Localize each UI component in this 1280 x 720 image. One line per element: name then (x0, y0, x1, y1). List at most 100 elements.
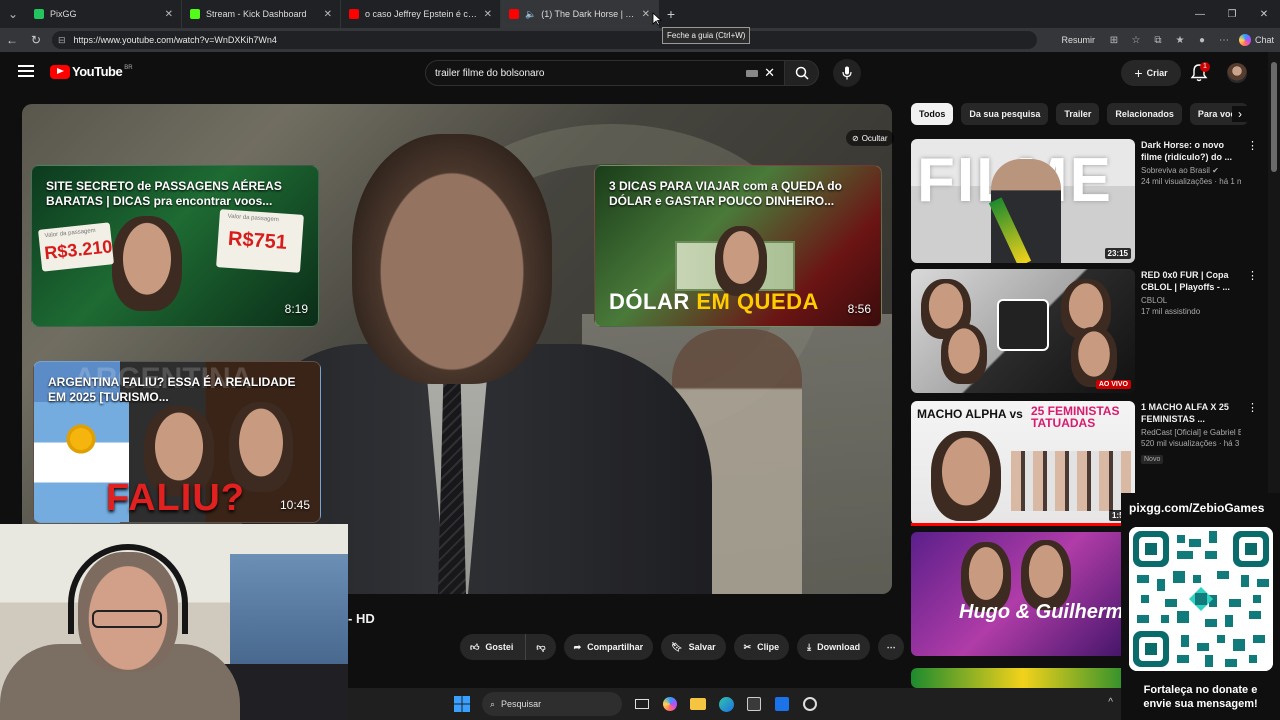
save-button[interactable]: 🔖︎ Salvar (661, 634, 726, 660)
task-view-icon[interactable] (628, 690, 656, 718)
copilot-taskbar-icon[interactable] (656, 690, 684, 718)
recommendation-title[interactable]: Dark Horse: o novo filme (ridículo?) do … (1141, 139, 1241, 163)
channel-name[interactable]: RedCast [Oficial] e Gabriel Brei... (1141, 428, 1241, 437)
notification-count-badge: 1 (1200, 62, 1210, 72)
tab-epstein[interactable]: o caso Jeffrey Epstein é completam ✕ (341, 0, 501, 28)
tab-close-icon[interactable]: ✕ (642, 9, 650, 20)
collections-icon[interactable]: ★ (1169, 35, 1191, 46)
speaker-icon[interactable]: 🔈 (525, 9, 536, 20)
tab-close-icon[interactable]: ✕ (484, 9, 492, 20)
end-card-title: SITE SECRETO de PASSAGENS AÉREAS BARATAS… (46, 179, 282, 208)
more-options-icon[interactable]: ⋮ (1247, 139, 1258, 152)
recommendation-title[interactable]: 1 MACHO ALFA X 25 FEMINISTAS ... (1141, 401, 1241, 425)
back-icon[interactable]: ← (0, 28, 24, 52)
create-label: Criar (1146, 68, 1168, 78)
end-card-title: 3 DICAS PARA VIAJAR com a QUEDA do DÓLAR… (609, 179, 842, 208)
restore-icon[interactable]: ❐ (1216, 0, 1248, 28)
copilot-chat-button[interactable]: Chat (1238, 34, 1274, 46)
outlook-icon[interactable] (768, 690, 796, 718)
like-label: Gostei (485, 642, 514, 652)
recommendation-item[interactable]: AO VIVO RED 0x0 FUR | Copa CBLOL | Playo… (911, 269, 1258, 393)
keyboard-icon[interactable] (746, 70, 758, 77)
chip-todos[interactable]: Todos (911, 103, 954, 125)
tab-pixgg[interactable]: PixGG ✕ (26, 0, 182, 28)
edge-browser-icon[interactable] (712, 690, 740, 718)
share-button[interactable]: ➦ Compartilhar (563, 634, 654, 660)
taskbar-search[interactable]: ⌕ Pesquisar (482, 692, 622, 716)
resumir-button[interactable]: Resumir (1061, 35, 1095, 45)
search-query: trailer filme do bolsonaro (435, 67, 545, 79)
tab-close-icon[interactable]: ✕ (165, 9, 173, 20)
presenter-face (715, 226, 767, 296)
minimize-icon[interactable]: — (1184, 0, 1216, 28)
end-card-duration: 8:19 (284, 302, 308, 316)
search-button[interactable] (785, 60, 819, 86)
region-code: BR (124, 64, 133, 71)
channel-name-text: Sobreviva ao Brasil (1141, 166, 1210, 175)
account-avatar[interactable] (1227, 63, 1247, 83)
obs-icon[interactable] (796, 690, 824, 718)
end-card-argentina[interactable]: ARGENTINA ARGENTINA FALIU? ESSA É A REAL… (33, 361, 321, 523)
hide-label: Ocultar (861, 133, 888, 143)
chip-trailer[interactable]: Trailer (1056, 103, 1100, 125)
create-button[interactable]: + Criar (1121, 60, 1181, 86)
tab-title: o caso Jeffrey Epstein é completam (365, 9, 478, 19)
chip-relacionados[interactable]: Relacionados (1107, 103, 1182, 125)
voice-search-button[interactable] (833, 59, 861, 87)
clear-search-icon[interactable]: ✕ (764, 65, 775, 81)
more-actions-button[interactable]: ⋯ (878, 634, 905, 660)
tab-close-icon[interactable]: ✕ (324, 9, 332, 20)
recommendation-thumbnail[interactable]: MACHO ALPHA vs 25 FEMINISTAS TATUADAS 1:… (911, 401, 1135, 525)
end-card-flights[interactable]: Valor da passagem R$3.210 Valor da passa… (31, 165, 319, 327)
tab-dark-horse[interactable]: 🔈 (1) The Dark Horse | Trailer Of ✕ (501, 0, 659, 28)
chip-da-sua-pesquisa[interactable]: Da sua pesquisa (961, 103, 1049, 125)
like-button[interactable]: 👍︎ Gostei (460, 634, 526, 660)
hide-end-cards-button[interactable]: ⊘ Ocultar (846, 130, 894, 146)
extensions-icon[interactable]: ⧉ (1147, 35, 1169, 46)
recommendation-thumbnail[interactable]: AO VIVO (911, 269, 1135, 393)
copilot-icon (1238, 34, 1251, 46)
site-info-icon[interactable]: ⊟ (58, 35, 66, 46)
store-icon[interactable] (740, 690, 768, 718)
more-menu-icon[interactable]: ⋯ (1213, 35, 1235, 46)
address-bar-actions: Resumir ⊞ ☆ ⧉ ★ ● ⋯ Chat (1061, 28, 1280, 52)
recommendation-item[interactable]: FILME 23:15 Dark Horse: o novo filme (ri… (911, 139, 1258, 263)
recommendation-thumbnail[interactable] (911, 668, 1135, 688)
end-card-dollar[interactable]: 3 DICAS PARA VIAJAR com a QUEDA do DÓLAR… (594, 165, 882, 327)
search-icon: ⌕ (490, 698, 496, 709)
new-tab-icon[interactable]: + (659, 6, 683, 22)
windows-start-icon[interactable] (448, 690, 476, 718)
file-explorer-icon[interactable] (684, 690, 712, 718)
tab-kick[interactable]: Stream - Kick Dashboard ✕ (182, 0, 341, 28)
hamburger-menu-icon[interactable] (18, 65, 34, 77)
download-button[interactable]: ⤓ Download (797, 634, 871, 660)
close-window-icon[interactable]: ✕ (1248, 0, 1280, 28)
scrollbar-thumb[interactable] (1271, 62, 1277, 172)
recommendation-thumbnail[interactable]: FILME 23:15 (911, 139, 1135, 263)
recommendation-title[interactable]: RED 0x0 FUR | Copa CBLOL | Playoffs - ..… (1141, 269, 1241, 293)
more-options-icon[interactable]: ⋮ (1247, 401, 1258, 414)
video-actions: 👍︎ Gostei 👎︎ ➦ Compartilhar 🔖︎ Salvar ✂ … (460, 634, 905, 660)
tray-chevron-icon[interactable]: ^ (1108, 697, 1113, 708)
clip-button[interactable]: ✂ Clipe (733, 634, 790, 660)
microphone-icon (842, 66, 852, 80)
overlay-dolar: DÓLAR (609, 289, 697, 314)
favorite-star-icon[interactable]: ☆ (1125, 35, 1147, 46)
url-field[interactable]: ⊟ https://www.youtube.com/watch?v=WnDXKi… (52, 31, 1037, 49)
youtube-logo[interactable]: YouTube BR (50, 64, 133, 79)
recommendation-thumbnail[interactable]: Hugo & Guilherme (911, 532, 1135, 656)
search-input[interactable]: trailer filme do bolsonaro ✕ (425, 60, 785, 86)
profile-icon[interactable]: ● (1191, 35, 1213, 46)
dislike-button[interactable]: 👎︎ (525, 634, 556, 660)
youtube-wordmark: YouTube (72, 64, 123, 79)
chips-next-arrow-icon[interactable]: › (1232, 106, 1248, 122)
channel-name[interactable]: CBLOL (1141, 296, 1241, 305)
search-icon (795, 66, 809, 80)
more-options-icon[interactable]: ⋮ (1247, 269, 1258, 282)
reload-icon[interactable]: ↻ (24, 28, 48, 52)
qr-code-graphic (1129, 527, 1273, 671)
tab-actions-menu[interactable]: ⌄ (0, 0, 26, 28)
split-screen-icon[interactable]: ⊞ (1103, 35, 1125, 46)
channel-name[interactable]: Sobreviva ao Brasil ✔ (1141, 166, 1241, 175)
webcam-glasses (92, 610, 162, 628)
